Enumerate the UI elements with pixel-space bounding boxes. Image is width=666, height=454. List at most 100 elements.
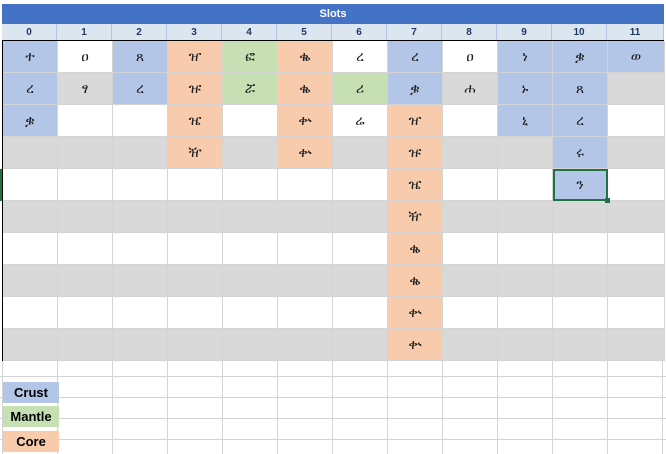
grid-cell-r0-c8[interactable]: ዐ <box>443 41 498 73</box>
grid-cell-r2-c9[interactable]: ኒ <box>498 105 553 137</box>
grid-cell-r3-c11[interactable] <box>608 137 665 169</box>
grid-cell-r3-c4[interactable] <box>223 137 278 169</box>
grid-cell-r1-c1[interactable]: ፃ <box>58 73 113 105</box>
grid-cell-r6-c11[interactable] <box>608 233 665 265</box>
grid-cell-r8-c8[interactable] <box>443 297 498 329</box>
grid-cell-r2-c7[interactable]: ዠ <box>388 105 443 137</box>
grid-cell-r9-c8[interactable] <box>443 329 498 361</box>
grid-cell-r0-c6[interactable]: ረ <box>333 41 388 73</box>
grid-cell-r0-c1[interactable]: ዐ <box>58 41 113 73</box>
grid-cell-r6-c4[interactable] <box>223 233 278 265</box>
grid-cell-r4-c4[interactable] <box>223 169 278 201</box>
grid-cell-r2-c10[interactable]: ረ <box>553 105 608 137</box>
grid-cell-r6-c10[interactable] <box>553 233 608 265</box>
column-header-10[interactable]: 10 <box>552 24 607 40</box>
grid-cell-r8-c5[interactable] <box>278 297 333 329</box>
grid-cell-r8-c9[interactable] <box>498 297 553 329</box>
grid-cell-r2-c0[interactable]: ቌ <box>3 105 58 137</box>
legend-crust[interactable]: Crust <box>3 382 59 403</box>
grid-cell-r0-c7[interactable]: ረ <box>388 41 443 73</box>
grid-cell-r5-c9[interactable] <box>498 201 553 233</box>
grid-cell-r6-c2[interactable] <box>113 233 168 265</box>
grid-cell-r2-c5[interactable]: ቍ <box>278 105 333 137</box>
grid-cell-r4-c11[interactable] <box>608 169 665 201</box>
grid-cell-r5-c6[interactable] <box>333 201 388 233</box>
grid-cell-r8-c11[interactable] <box>608 297 665 329</box>
grid-cell-r7-c11[interactable] <box>608 265 665 297</box>
grid-cell-r7-c10[interactable] <box>553 265 608 297</box>
grid-cell-r1-c6[interactable]: ሪ <box>333 73 388 105</box>
grid-cell-r0-c5[interactable]: ቈ <box>278 41 333 73</box>
grid-cell-r1-c0[interactable]: ረ <box>3 73 58 105</box>
grid-cell-r8-c1[interactable] <box>58 297 113 329</box>
grid-cell-r0-c4[interactable]: ፎ <box>223 41 278 73</box>
grid-cell-r5-c4[interactable] <box>223 201 278 233</box>
grid-cell-r6-c1[interactable] <box>58 233 113 265</box>
grid-cell-r4-c0[interactable] <box>3 169 58 201</box>
grid-cell-r2-c8[interactable] <box>443 105 498 137</box>
grid-cell-r5-c5[interactable] <box>278 201 333 233</box>
grid-cell-r6-c9[interactable] <box>498 233 553 265</box>
grid-cell-r8-c4[interactable] <box>223 297 278 329</box>
grid-cell-r4-c9[interactable] <box>498 169 553 201</box>
grid-cell-r2-c3[interactable]: ዤ <box>168 105 223 137</box>
grid-cell-r5-c7[interactable]: ዥ <box>388 201 443 233</box>
grid-cell-r1-c2[interactable]: ረ <box>113 73 168 105</box>
grid-cell-r9-c9[interactable] <box>498 329 553 361</box>
grid-cell-r1-c3[interactable]: ዡ <box>168 73 223 105</box>
grid-cell-r6-c6[interactable] <box>333 233 388 265</box>
grid-cell-r4-c3[interactable] <box>168 169 223 201</box>
grid-cell-r2-c2[interactable] <box>113 105 168 137</box>
grid-cell-r6-c3[interactable] <box>168 233 223 265</box>
grid-cell-r7-c9[interactable] <box>498 265 553 297</box>
grid-cell-r1-c5[interactable]: ቈ <box>278 73 333 105</box>
grid-cell-r0-c9[interactable]: ነ <box>498 41 553 73</box>
grid-cell-r7-c7[interactable]: ቈ <box>388 265 443 297</box>
grid-cell-r7-c3[interactable] <box>168 265 223 297</box>
grid-cell-r9-c1[interactable] <box>58 329 113 361</box>
grid-cell-r3-c5[interactable]: ቍ <box>278 137 333 169</box>
grid-cell-r1-c7[interactable]: ቌ <box>388 73 443 105</box>
grid-cell-r4-c7[interactable]: ዤ <box>388 169 443 201</box>
grid-cell-r7-c8[interactable] <box>443 265 498 297</box>
column-header-3[interactable]: 3 <box>167 24 222 40</box>
column-header-8[interactable]: 8 <box>442 24 497 40</box>
grid-cell-r9-c5[interactable] <box>278 329 333 361</box>
grid-cell-r3-c0[interactable] <box>3 137 58 169</box>
grid-cell-r3-c3[interactable]: ዥ <box>168 137 223 169</box>
grid-cell-r8-c10[interactable] <box>553 297 608 329</box>
grid-cell-r1-c11[interactable] <box>608 73 665 105</box>
grid-cell-r5-c3[interactable] <box>168 201 223 233</box>
grid-cell-r4-c5[interactable] <box>278 169 333 201</box>
grid-cell-r5-c0[interactable] <box>3 201 58 233</box>
grid-cell-r3-c6[interactable] <box>333 137 388 169</box>
grid-cell-r7-c6[interactable] <box>333 265 388 297</box>
grid-cell-r9-c3[interactable] <box>168 329 223 361</box>
grid-cell-r3-c8[interactable] <box>443 137 498 169</box>
grid-cell-r1-c9[interactable]: ኑ <box>498 73 553 105</box>
grid-cell-r5-c8[interactable] <box>443 201 498 233</box>
grid-cell-r3-c2[interactable] <box>113 137 168 169</box>
grid-cell-r4-c10[interactable]: ን <box>553 169 610 203</box>
grid-cell-r4-c1[interactable] <box>58 169 113 201</box>
grid-cell-r0-c10[interactable]: ቌ <box>553 41 608 73</box>
grid-cell-r5-c1[interactable] <box>58 201 113 233</box>
grid-cell-r4-c8[interactable] <box>443 169 498 201</box>
grid-cell-r6-c7[interactable]: ቈ <box>388 233 443 265</box>
grid-cell-r0-c2[interactable]: ጸ <box>113 41 168 73</box>
column-header-1[interactable]: 1 <box>57 24 112 40</box>
grid-cell-r8-c0[interactable] <box>3 297 58 329</box>
grid-cell-r7-c5[interactable] <box>278 265 333 297</box>
grid-cell-r0-c0[interactable]: ተ <box>3 41 58 73</box>
grid-cell-r1-c10[interactable]: ጸ <box>553 73 608 105</box>
grid-cell-r2-c11[interactable] <box>608 105 665 137</box>
column-header-4[interactable]: 4 <box>222 24 277 40</box>
column-header-7[interactable]: 7 <box>387 24 442 40</box>
grid-cell-r1-c8[interactable]: ሐ <box>443 73 498 105</box>
grid-cell-r2-c6[interactable]: ሬ <box>333 105 388 137</box>
grid-cell-r4-c6[interactable] <box>333 169 388 201</box>
grid-cell-r6-c0[interactable] <box>3 233 58 265</box>
grid-cell-r5-c10[interactable] <box>553 201 608 233</box>
column-header-6[interactable]: 6 <box>332 24 387 40</box>
grid-cell-r7-c0[interactable] <box>3 265 58 297</box>
